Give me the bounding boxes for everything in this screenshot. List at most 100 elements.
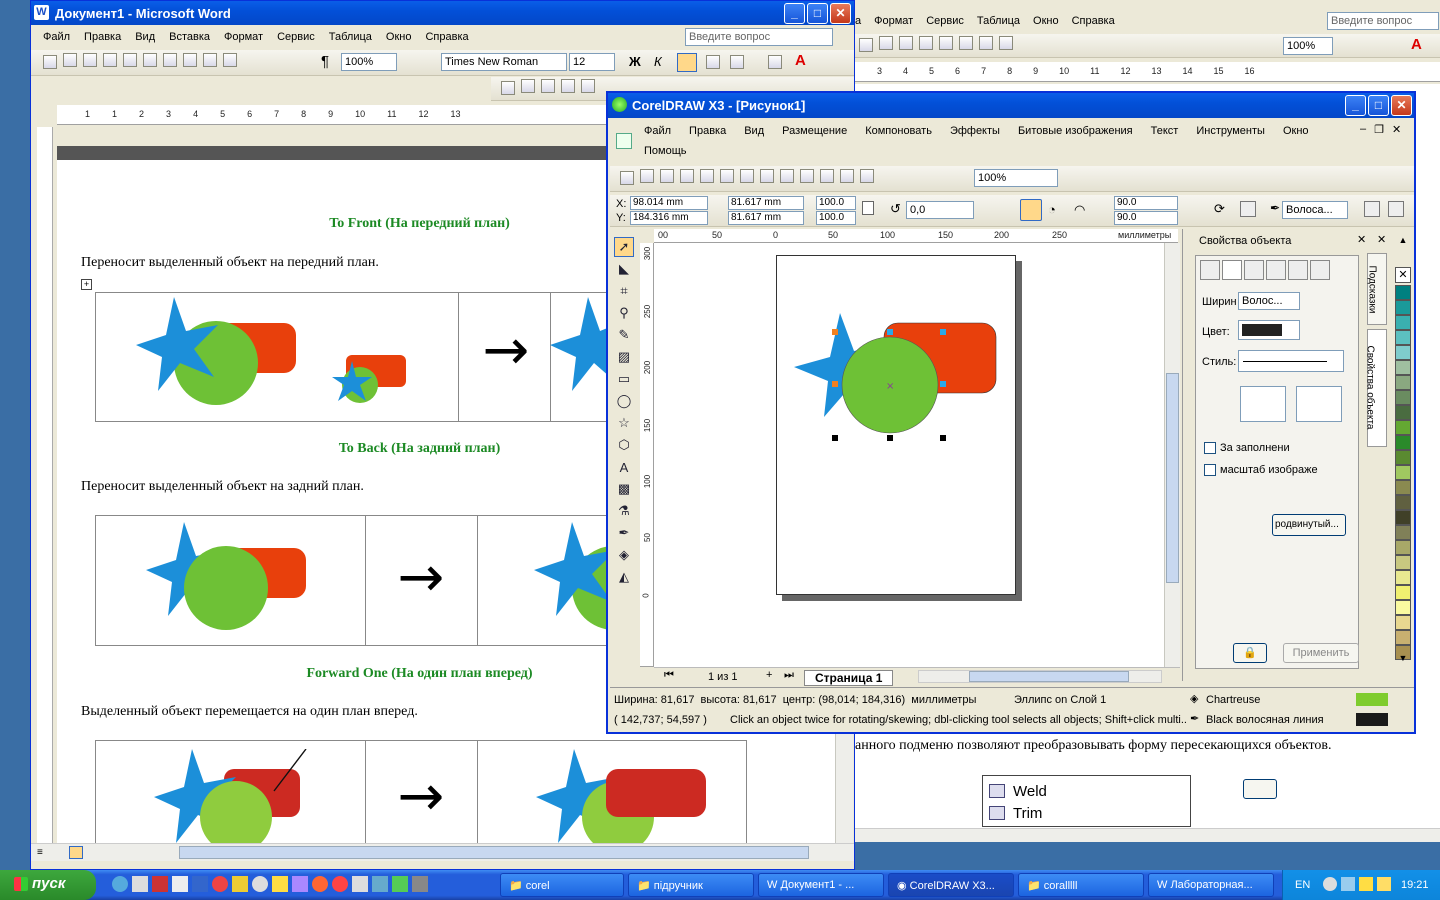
drawing-objects[interactable]: × <box>794 313 1004 443</box>
outline-width-select[interactable]: Волос... <box>1238 292 1300 310</box>
font-name[interactable]: Times New Roman <box>441 53 567 71</box>
palette-up-icon[interactable]: ▲ <box>1395 235 1411 247</box>
polygon-tool-icon[interactable]: ☆ <box>614 413 634 433</box>
corel-menu-help[interactable]: Помощь <box>644 145 687 157</box>
end-arrow-select[interactable] <box>1296 386 1342 422</box>
redo-icon[interactable] <box>959 36 973 50</box>
quicklaunch-icon[interactable] <box>372 876 388 892</box>
shape-tool-icon[interactable]: ◣ <box>614 259 634 279</box>
freehand-tool-icon[interactable]: ✎ <box>614 325 634 345</box>
menu-table[interactable]: Таблица <box>329 31 372 43</box>
outline-tab-icon[interactable] <box>1222 260 1242 280</box>
export-icon[interactable] <box>820 168 834 183</box>
language-indicator[interactable]: EN <box>1295 879 1310 891</box>
font-color-icon[interactable]: A <box>1411 36 1422 53</box>
add-page-icon[interactable]: + <box>766 669 772 681</box>
scroll-thumb[interactable] <box>1166 373 1179 583</box>
docker-close-icon-2[interactable]: ✕ <box>1377 233 1386 246</box>
zoom-tool-icon[interactable]: ⚲ <box>614 303 634 323</box>
taskbar-item[interactable]: 📁 підручник <box>628 873 754 897</box>
palette-swatch[interactable] <box>1395 405 1411 420</box>
direction-icon[interactable]: ⟳ <box>1214 201 1225 217</box>
app-launcher-icon[interactable] <box>840 168 854 183</box>
open-icon[interactable] <box>63 52 77 67</box>
outline-color-picker[interactable] <box>1238 320 1300 340</box>
side-tab-properties[interactable]: Свойства объекта <box>1364 329 1387 447</box>
y-position[interactable]: 184.316 mm <box>630 211 708 225</box>
new-icon[interactable] <box>43 55 57 69</box>
view-layout-icon[interactable] <box>69 846 83 859</box>
pie-mode-icon[interactable]: ◔ <box>1048 202 1056 217</box>
last-page-icon[interactable]: ⏭ <box>784 669 794 682</box>
paste-icon[interactable] <box>919 36 933 50</box>
table-move-handle[interactable]: + <box>81 279 92 290</box>
quicklaunch-icon[interactable] <box>292 876 308 892</box>
corel-menu-view[interactable]: Вид <box>744 125 764 137</box>
print-icon[interactable] <box>680 168 694 183</box>
taskbar-item-active[interactable]: ◉ CorelDRAW X3... <box>888 873 1014 897</box>
undo-icon[interactable] <box>760 168 774 183</box>
palette-swatch[interactable] <box>1395 375 1411 390</box>
tray-icon[interactable] <box>1341 877 1355 891</box>
corel-menu-effects[interactable]: Эффекты <box>950 125 1000 137</box>
fill-tool-icon[interactable]: ◈ <box>614 545 634 565</box>
justify-icon[interactable] <box>706 55 720 69</box>
taskbar-item[interactable]: 📁 coralllll <box>1018 873 1144 897</box>
taskbar-item[interactable]: W Документ1 - ... <box>758 873 884 897</box>
quicklaunch-icon[interactable] <box>392 876 408 892</box>
ie-icon[interactable] <box>112 876 128 892</box>
word-hscrollbar[interactable]: ≡ <box>31 843 854 861</box>
corel-menu-file[interactable]: Файл <box>644 125 671 137</box>
palette-swatch[interactable] <box>1395 285 1411 300</box>
format-painter-icon[interactable] <box>183 52 197 67</box>
quicklaunch-icon[interactable] <box>352 876 368 892</box>
palette-swatch[interactable] <box>1395 435 1411 450</box>
palette-swatch[interactable] <box>1395 585 1411 600</box>
palette-swatch[interactable] <box>1395 345 1411 360</box>
quicklaunch-icon[interactable] <box>132 876 148 892</box>
menu-file[interactable]: Файл <box>43 31 70 43</box>
palette-swatch[interactable] <box>1395 390 1411 405</box>
spell-icon[interactable] <box>859 38 873 52</box>
brightness-icon[interactable] <box>541 79 555 93</box>
bullets-icon[interactable] <box>768 55 782 69</box>
redo-icon[interactable] <box>223 52 237 67</box>
page-tab[interactable]: Страница 1 <box>804 670 894 686</box>
scale-with-image-checkbox[interactable] <box>1204 464 1216 476</box>
word2-menu-item[interactable]: Окно <box>1033 15 1059 27</box>
view-normal-icon[interactable]: ≡ <box>37 847 43 858</box>
menu-view[interactable]: Вид <box>135 31 155 43</box>
canvas-vscrollbar[interactable] <box>1164 243 1180 667</box>
corel-close-button[interactable]: ✕ <box>1391 95 1412 116</box>
doc-restore-icon[interactable]: ❐ <box>1374 123 1384 136</box>
x-position[interactable]: 98.014 mm <box>630 196 708 210</box>
undo-icon[interactable] <box>939 36 953 50</box>
rotation-angle[interactable]: 0,0 <box>906 201 974 219</box>
question-input[interactable]: Введите вопрос <box>685 28 833 46</box>
word2-menu-item[interactable]: Сервис <box>926 15 964 27</box>
outline-tool-icon[interactable]: ✒ <box>614 523 634 543</box>
word2-zoom[interactable]: 100% <box>1283 37 1333 55</box>
rectangle-tool-icon[interactable]: ▭ <box>614 369 634 389</box>
object-height[interactable]: 81.617 mm <box>728 211 804 225</box>
apply-button[interactable]: Применить <box>1283 643 1359 663</box>
scroll-thumb[interactable] <box>179 846 809 859</box>
corel-menu-window[interactable]: Окно <box>1283 125 1309 137</box>
no-color-swatch[interactable]: ✕ <box>1395 267 1411 283</box>
cut-icon[interactable] <box>700 168 714 183</box>
palette-swatch[interactable] <box>1395 615 1411 630</box>
interactive-fill-icon[interactable]: ◭ <box>614 567 634 587</box>
bold-button[interactable]: Ж <box>629 54 641 69</box>
taskbar-item[interactable]: 📁 corel <box>500 873 624 897</box>
first-page-icon[interactable]: ⏮ <box>664 669 674 682</box>
detail-tab-icon[interactable] <box>1266 260 1286 280</box>
palette-swatch[interactable] <box>1395 525 1411 540</box>
paste-icon[interactable] <box>740 168 754 183</box>
palette-swatch[interactable] <box>1395 555 1411 570</box>
general-tab-icon[interactable] <box>1244 260 1264 280</box>
side-tab-hints[interactable]: Подсказки <box>1366 253 1387 325</box>
outline-swatch[interactable] <box>1356 713 1388 726</box>
doc-close-icon[interactable]: ✕ <box>1392 123 1401 136</box>
copy-icon[interactable] <box>143 52 157 67</box>
line-spacing-icon[interactable] <box>730 55 744 69</box>
